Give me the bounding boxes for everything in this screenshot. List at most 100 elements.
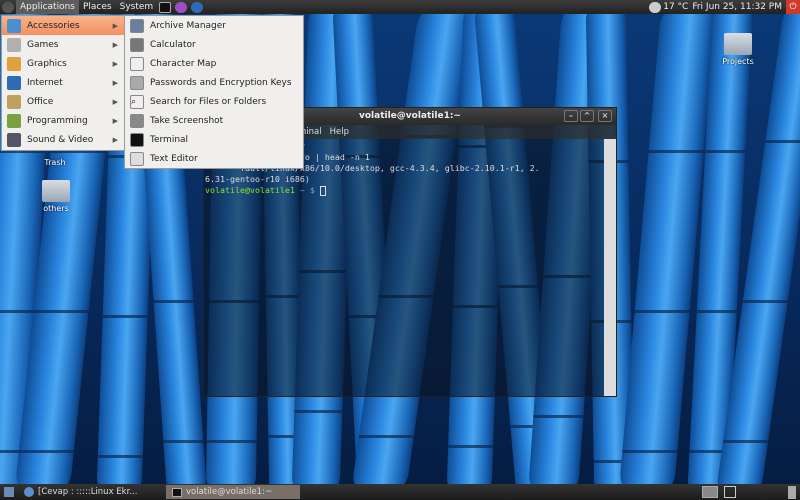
text-editor-icon — [130, 151, 144, 166]
show-desktop-icon[interactable] — [4, 487, 14, 497]
menu-item-label: Passwords and Encryption Keys — [150, 77, 292, 88]
desktop-icon-others[interactable]: others — [31, 180, 81, 213]
desktop-icon-trash[interactable]: Trash — [30, 150, 80, 167]
menu-item-terminal[interactable]: Terminal — [125, 130, 303, 149]
task-label: [Cevap : :::::Linux Ekr... — [38, 487, 138, 497]
menu-item-label: Character Map — [150, 58, 217, 69]
menu-help[interactable]: Help — [330, 125, 349, 139]
weather-temp[interactable]: 17 °C — [663, 2, 688, 12]
submenu-arrow-icon: ▶ — [112, 40, 118, 49]
applications-menu-list: Accessories ▶ Games ▶ Graphics ▶ Internet ▶ Offi… — [1, 15, 125, 151]
graphics-icon — [7, 56, 21, 71]
menu-item-accessories[interactable]: Accessories ▶ — [2, 16, 124, 35]
menu-item-internet[interactable]: Internet ▶ — [2, 73, 124, 92]
submenu-arrow-icon: ▶ — [112, 116, 118, 125]
menu-item-take-screenshot[interactable]: Take Screenshot — [125, 111, 303, 130]
menu-item-label: Graphics — [27, 58, 67, 69]
browser-launcher-icon[interactable] — [191, 1, 204, 13]
folder-icon — [724, 33, 752, 55]
menu-item-programming[interactable]: Programming ▶ — [2, 111, 124, 130]
menu-item-office[interactable]: Office ▶ — [2, 92, 124, 111]
character-map-icon — [130, 56, 144, 71]
top-panel: Applications Places System 17 °C Fri Jun… — [0, 0, 800, 14]
notification-icon[interactable] — [175, 1, 188, 13]
menu-item-label: Terminal — [150, 134, 189, 145]
search-icon: ⌕ — [130, 94, 144, 109]
multimedia-icon — [7, 132, 21, 147]
bamboo-node — [696, 310, 737, 313]
menu-item-archive-manager[interactable]: Archive Manager — [125, 16, 303, 35]
folder-icon — [42, 180, 70, 202]
menu-item-label: Archive Manager — [150, 20, 226, 31]
cursor — [319, 185, 326, 196]
office-icon — [7, 94, 21, 109]
places-menu[interactable]: Places — [79, 0, 116, 14]
menu-item-text-editor[interactable]: Text Editor — [125, 149, 303, 168]
accessories-icon — [7, 18, 21, 33]
close-button[interactable]: × — [598, 110, 612, 122]
taskbar-item-terminal[interactable]: volatile@volatile1:~ — [166, 485, 300, 499]
bamboo-node — [705, 150, 746, 153]
bamboo-node — [294, 410, 343, 413]
calculator-icon — [130, 37, 144, 52]
bamboo-node — [765, 140, 800, 143]
menu-item-label: Sound & Video — [27, 134, 94, 145]
browser-icon — [24, 487, 34, 497]
others-label: others — [43, 204, 69, 213]
accessories-submenu: Archive Manager Calculator Character Map Pa… — [124, 15, 304, 169]
bamboo-node — [448, 445, 494, 448]
terminal-scrollbar[interactable] — [604, 139, 616, 396]
workspace-1[interactable] — [702, 486, 718, 498]
submenu-arrow-icon: ▶ — [112, 78, 118, 87]
workspace-2[interactable] — [724, 486, 736, 498]
menu-item-search-for-files-or-folders[interactable]: ⌕ Search for Files or Folders — [125, 92, 303, 111]
menu-item-label: Internet — [27, 77, 63, 88]
maximize-button[interactable]: ^ — [580, 110, 594, 122]
menu-item-graphics[interactable]: Graphics ▶ — [2, 54, 124, 73]
bamboo-node — [102, 315, 148, 318]
menu-item-label: Accessories — [27, 20, 80, 31]
trash-applet-icon[interactable] — [788, 485, 796, 499]
submenu-arrow-icon: ▶ — [112, 59, 118, 68]
submenu-arrow-icon: ▶ — [112, 135, 118, 144]
menu-item-calculator[interactable]: Calculator — [125, 35, 303, 54]
bamboo-node — [742, 300, 788, 303]
taskbar-item-browser[interactable]: [Cevap : :::::Linux Ekr... — [18, 485, 160, 499]
bamboo-node — [163, 440, 204, 443]
bamboo-node — [33, 310, 89, 313]
submenu-arrow-icon: ▶ — [112, 21, 118, 30]
menu-item-games[interactable]: Games ▶ — [2, 35, 124, 54]
system-menu[interactable]: System — [116, 0, 158, 14]
bamboo-node — [0, 310, 37, 313]
submenu-arrow-icon: ▶ — [112, 97, 118, 106]
archive-icon — [130, 18, 144, 33]
desktop-icon-projects[interactable]: Projects — [713, 33, 763, 66]
menu-item-label: Games — [27, 39, 59, 50]
projects-label: Projects — [722, 57, 754, 66]
terminal-launcher-icon[interactable] — [159, 1, 172, 13]
gnome-foot-icon[interactable] — [2, 1, 14, 13]
menu-item-character-map[interactable]: Character Map — [125, 54, 303, 73]
games-icon — [7, 37, 21, 52]
shutdown-icon[interactable]: ⏻ — [786, 0, 800, 14]
globe-icon — [7, 75, 21, 90]
menu-item-label: Search for Files or Folders — [150, 96, 267, 107]
bamboo-node — [722, 440, 769, 443]
menu-item-passwords-and-encryption-keys[interactable]: Passwords and Encryption Keys — [125, 73, 303, 92]
bamboo-node — [533, 415, 584, 418]
bamboo-node — [358, 435, 414, 438]
minimize-button[interactable]: – — [564, 110, 578, 122]
menu-item-label: Office — [27, 96, 54, 107]
weather-icon[interactable] — [649, 1, 662, 13]
applications-menu[interactable]: Applications — [16, 0, 79, 14]
bamboo-node — [18, 450, 74, 453]
menu-item-sound-video[interactable]: Sound & Video ▶ — [2, 130, 124, 149]
bamboo-node — [153, 300, 194, 303]
menu-item-label: Take Screenshot — [150, 115, 224, 126]
bottom-panel: [Cevap : :::::Linux Ekr... volatile@vola… — [0, 484, 800, 500]
prompt-path: ~ $ — [294, 185, 320, 195]
bamboo-node — [97, 455, 143, 458]
clock[interactable]: Fri Jun 25, 11:32 PM — [692, 2, 782, 12]
terminal-output[interactable]: $ gconf-editor $ emerge --info | head -n… — [204, 139, 604, 396]
menu-item-label: Programming — [27, 115, 88, 126]
